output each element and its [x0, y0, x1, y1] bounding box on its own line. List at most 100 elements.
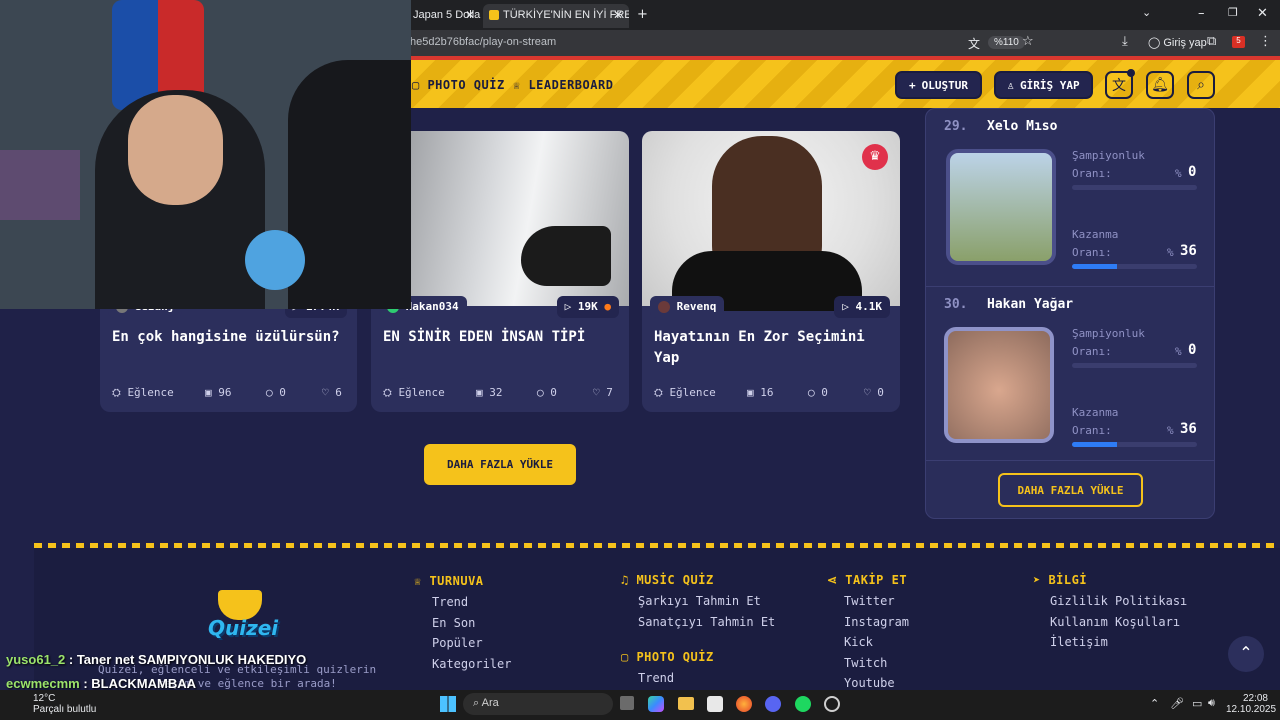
category-label: Eğlence	[398, 386, 445, 399]
create-button[interactable]: + OLUŞTUR	[895, 71, 982, 99]
footer-link[interactable]: Şarkıyı Tahmin Et	[638, 591, 775, 612]
file-explorer-icon[interactable]	[678, 697, 694, 710]
bell-icon[interactable]: 🔔︎	[1146, 71, 1174, 99]
win-value: 36	[1180, 421, 1197, 437]
comment-count: ◯ 0	[537, 386, 557, 399]
nav-photo-quiz[interactable]: ▢ PHOTO QUİZ	[412, 78, 505, 92]
footer-link[interactable]: Instagram	[844, 612, 909, 633]
footer-logo[interactable]: Quizei	[208, 616, 278, 640]
date: 12.10.2025	[1226, 704, 1277, 715]
url-field[interactable]: he5d2b76bfac/play-on-stream	[410, 36, 556, 48]
footer-link[interactable]: Kick	[844, 632, 909, 653]
scroll-top-chevron-up-icon[interactable]: ⌃	[1228, 636, 1264, 672]
network-icon[interactable]: ▭	[1192, 697, 1202, 710]
heading-text: TAKİP ET	[845, 573, 908, 587]
chat-text: BLACKMAMBAA	[91, 676, 196, 691]
like-count[interactable]: ♡ 6	[322, 386, 342, 399]
like-count[interactable]: ♡ 0	[864, 386, 884, 399]
leaderboard-load-more-button[interactable]: DAHA FAZLA YÜKLE	[998, 473, 1143, 507]
footer-link[interactable]: Kullanım Koşulları	[1050, 612, 1187, 633]
footer-link[interactable]: İletişim	[1050, 632, 1187, 653]
image-stack-icon: ▣	[476, 386, 490, 399]
player-name: Xelo Mıso	[987, 119, 1058, 134]
microphone-icon[interactable]: 🎤︎	[1170, 697, 1184, 710]
bar-fill	[1072, 264, 1117, 269]
count: 0	[877, 386, 884, 399]
search-icon: ⌕	[473, 697, 482, 709]
close-window-icon[interactable]: ✕	[1257, 6, 1268, 21]
bookmark-star-icon[interactable]: ☆	[1022, 34, 1034, 49]
spotify-icon[interactable]	[795, 696, 811, 712]
store-icon[interactable]	[707, 696, 723, 712]
extension-badge[interactable]: 5	[1232, 36, 1245, 48]
load-more-button[interactable]: DAHA FAZLA YÜKLE	[424, 444, 576, 485]
windows-start-icon[interactable]	[440, 696, 456, 712]
close-icon[interactable]: ✕	[613, 8, 623, 22]
close-icon[interactable]: ✕	[465, 8, 475, 22]
image-stack-icon: ▣	[747, 386, 761, 399]
card-title[interactable]: En çok hangisine üzülürsün?	[112, 327, 342, 348]
chat-user: ecwmecmm	[6, 676, 80, 691]
new-tab-icon[interactable]: +	[637, 7, 648, 22]
footer-link[interactable]: En Son	[432, 613, 511, 634]
footer-link[interactable]: Trend	[638, 668, 775, 689]
percent-sign: %	[1167, 246, 1174, 259]
clock[interactable]: 22:08 12.10.2025	[1226, 693, 1277, 715]
play-icon: ▷	[842, 300, 856, 313]
plays-count: 19K	[577, 300, 598, 313]
category[interactable]: ⛭ Eğlence	[383, 386, 445, 400]
maximize-icon[interactable]: ❐	[1228, 6, 1238, 19]
footer-link[interactable]: Twitter	[844, 591, 909, 612]
task-view-icon[interactable]	[620, 696, 634, 710]
footer-link[interactable]: Popüler	[432, 633, 511, 654]
volume-icon[interactable]: 🔊︎	[1208, 697, 1215, 710]
card-title[interactable]: EN SİNİR EDEN İNSAN TİPİ	[383, 327, 613, 348]
leaderboard-entry[interactable]: 30. Hakan Yağar Şampiyonluk Oranı: % 0 Ka…	[926, 287, 1214, 461]
category[interactable]: ⛭ Eğlence	[112, 386, 174, 400]
steam-icon[interactable]	[824, 696, 840, 712]
button-label: OLUŞTUR	[921, 78, 968, 92]
chevron-up-icon[interactable]: ⌃	[1150, 697, 1159, 710]
footer-link[interactable]: Twitch	[844, 653, 909, 674]
nav-leaderboard[interactable]: ♕ LEADERBOARD	[513, 78, 613, 92]
tag-icon: ⛭	[383, 386, 399, 399]
heading-text: PHOTO QUİZ	[636, 650, 714, 664]
menu-icon[interactable]: ⋮	[1259, 34, 1272, 49]
browser-tab[interactable]: Japan 5 Dollar ✕	[405, 4, 481, 28]
translate-icon[interactable]: 文	[968, 35, 980, 52]
weather-widget[interactable]: 12°C Parçalı bulutlu	[33, 693, 96, 715]
profile-signin[interactable]: ◯ Giriş yap	[1148, 36, 1207, 49]
discord-icon[interactable]	[765, 696, 781, 712]
copilot-icon[interactable]	[648, 696, 664, 712]
comment-icon: ◯	[808, 386, 822, 399]
footer-column-turnuva: ♕ TURNUVA Trend En Son Popüler Kategoril…	[414, 574, 511, 674]
music-icon: ♫	[621, 573, 637, 587]
leaderboard-entry[interactable]: 29. Xelo Mıso Şampiyonluk Oranı: % 0 Kaza…	[926, 109, 1214, 287]
extensions-icon[interactable]: ⧉	[1207, 34, 1216, 49]
firefox-icon[interactable]	[736, 696, 752, 712]
minimize-icon[interactable]: –	[1198, 6, 1205, 21]
chevron-down-icon[interactable]: ⌄	[1142, 6, 1151, 19]
download-icon[interactable]: ⤓	[1122, 34, 1128, 49]
column-heading: ♫ MUSİC QUİZ	[621, 573, 775, 587]
author-badge[interactable]: Revenq	[650, 296, 725, 318]
language-icon[interactable]: 文	[1105, 69, 1135, 99]
footer-link[interactable]: Gizlilik Politikası	[1050, 591, 1187, 612]
footer-link[interactable]: Trend	[432, 592, 511, 613]
like-count[interactable]: ♡ 7	[593, 386, 613, 399]
taskbar-search[interactable]: ⌕ Ara	[463, 693, 613, 715]
card-title[interactable]: Hayatının En Zor Seçimini Yap	[654, 327, 884, 369]
footer-link[interactable]: Kategoriler	[432, 654, 511, 675]
login-button[interactable]: ♙ GİRİŞ YAP	[994, 71, 1093, 99]
rank: 30.	[944, 297, 968, 312]
footer-link[interactable]: Sanatçıyı Tahmin Et	[638, 612, 775, 633]
browser-tab-active[interactable]: TÜRKİYE'NİN EN İYİ FREAK'İ Kİ✕	[483, 4, 629, 28]
question-count: ▣ 32	[476, 386, 503, 399]
category[interactable]: ⛭ Eğlence	[654, 386, 716, 400]
quiz-card[interactable]: ♛ Revenq ▷ 4.1K Hayatının En Zor Seçimin…	[642, 131, 900, 412]
champ-bar	[1072, 185, 1197, 190]
question-count: ▣ 96	[205, 386, 232, 399]
search-icon[interactable]: ⌕	[1187, 71, 1215, 99]
chat-user: yuso61_2	[6, 652, 66, 667]
zoom-indicator[interactable]: %110	[988, 36, 1025, 49]
